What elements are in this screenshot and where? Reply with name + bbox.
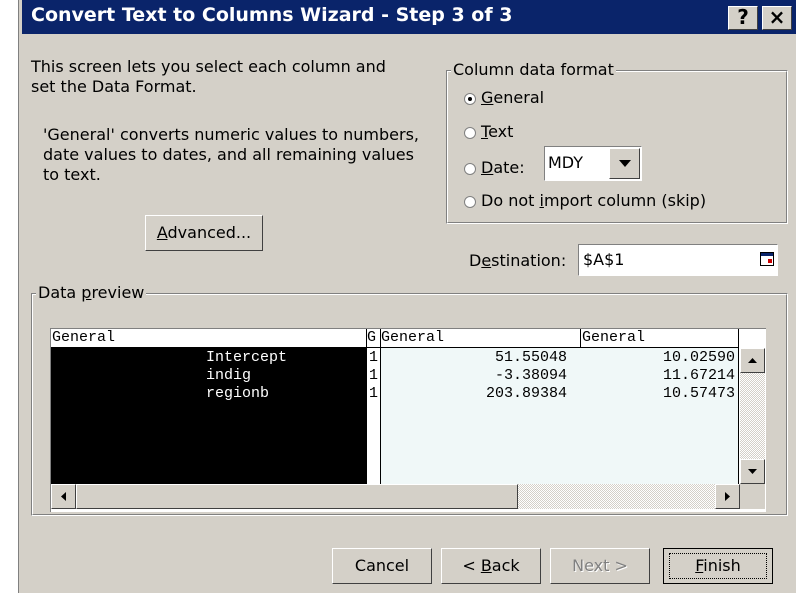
scroll-up-button[interactable] — [740, 348, 765, 373]
general-radio-label[interactable]: General — [481, 88, 544, 107]
focus-rect — [669, 553, 767, 579]
date-format-dropdown-button[interactable] — [609, 148, 640, 179]
advanced-label-post: dvanced... — [167, 223, 252, 242]
table-cell: 1 — [369, 367, 379, 384]
general-note-line-3: to text. — [43, 165, 101, 184]
title-bar[interactable]: Convert Text to Columns Wizard - Step 3 … — [22, 0, 796, 34]
column-header-2[interactable]: G — [367, 329, 379, 346]
table-cell: 203.89384 — [485, 385, 567, 402]
cancel-button[interactable]: Cancel — [332, 548, 432, 584]
intro-text-line-2: set the Data Format. — [31, 77, 197, 96]
window-title: Convert Text to Columns Wizard - Step 3 … — [31, 4, 513, 26]
data-preview-grid[interactable]: General G General General Intercept 1 51… — [50, 328, 766, 512]
preview-legend-post: review — [91, 283, 145, 302]
table-cell: -3.38094 — [494, 367, 567, 384]
date-radio[interactable] — [464, 163, 476, 175]
arrow-down-icon — [748, 469, 757, 474]
destination-value: $A$1 — [583, 250, 625, 269]
date-label-post: ate: — [493, 158, 525, 177]
horizontal-scroll-thumb[interactable] — [76, 484, 518, 509]
date-format-select[interactable]: MDY — [544, 146, 642, 181]
back-button[interactable]: < Back — [441, 548, 541, 584]
general-note-line-2: date values to dates, and all remaining … — [43, 145, 414, 164]
column-format-legend: Column data format — [451, 60, 616, 79]
table-cell: regionb — [206, 385, 270, 402]
wizard-dialog: Convert Text to Columns Wizard - Step 3 … — [22, 0, 796, 593]
destination-input[interactable]: $A$1 — [578, 244, 778, 276]
table-cell: 11.67214 — [662, 367, 735, 384]
general-note-line-1: 'General' converts numeric values to num… — [43, 125, 420, 144]
destination-label-pre: D — [469, 251, 482, 270]
column-divider-4 — [738, 329, 739, 484]
next-button[interactable]: Next > — [550, 548, 650, 584]
scroll-down-button[interactable] — [740, 459, 765, 484]
finish-button[interactable]: Finish — [663, 548, 773, 584]
preview-legend-pre: Data — [38, 283, 82, 302]
collapse-dialog-icon[interactable] — [760, 252, 774, 266]
table-cell: 1 — [369, 349, 379, 366]
table-cell: indig — [206, 367, 252, 384]
date-radio-label[interactable]: Date: — [481, 158, 525, 177]
skip-label-pre: Do not — [481, 191, 540, 210]
table-cell: 1 — [369, 385, 379, 402]
back-label-pre: < — [462, 556, 481, 575]
table-cell: 51.55048 — [494, 349, 567, 366]
close-button[interactable]: × — [762, 6, 792, 30]
preview-legend-key: p — [81, 283, 92, 302]
scrollbar-corner — [740, 484, 765, 509]
column-header-1[interactable]: General — [52, 329, 115, 346]
table-cell: Intercept — [206, 349, 288, 366]
intro-text-line-1: This screen lets you select each column … — [31, 57, 386, 76]
scroll-right-button[interactable] — [715, 484, 740, 509]
general-label-post: eneral — [493, 88, 545, 107]
skip-radio[interactable] — [464, 196, 476, 208]
text-radio-label[interactable]: Text — [481, 122, 513, 141]
back-label-post: ack — [491, 556, 520, 575]
data-preview-legend: Data preview — [36, 283, 147, 302]
table-cell: 10.57473 — [662, 385, 735, 402]
date-format-value: MDY — [548, 153, 584, 172]
skip-label-post: mport column (skip) — [543, 191, 707, 210]
back-label-key: B — [480, 556, 492, 575]
arrow-right-icon — [725, 492, 730, 501]
general-radio[interactable] — [464, 93, 476, 105]
help-button[interactable]: ? — [728, 6, 758, 30]
chevron-down-icon — [619, 160, 631, 167]
advanced-button[interactable]: Advanced... — [145, 215, 263, 251]
advanced-label-key: A — [156, 223, 168, 242]
arrow-left-icon — [61, 492, 66, 501]
column-header-4[interactable]: General — [582, 329, 645, 346]
destination-label-post: stination: — [491, 251, 567, 270]
date-label-key: D — [481, 158, 494, 177]
text-radio[interactable] — [464, 127, 476, 139]
horizontal-scrollbar[interactable] — [51, 484, 765, 509]
scroll-left-button[interactable] — [51, 484, 76, 509]
text-label-post: ext — [488, 122, 514, 141]
arrow-up-icon — [748, 358, 757, 363]
table-cell: 10.02590 — [662, 349, 735, 366]
skip-radio-label[interactable]: Do not import column (skip) — [481, 191, 706, 210]
general-label-key: G — [481, 88, 494, 107]
destination-label-key: e — [481, 251, 492, 270]
column-divider-1 — [366, 329, 367, 484]
text-label-key: T — [481, 122, 489, 141]
vertical-scrollbar[interactable] — [740, 348, 765, 484]
column-header-3[interactable]: General — [381, 329, 444, 346]
destination-label: Destination: — [469, 251, 566, 270]
